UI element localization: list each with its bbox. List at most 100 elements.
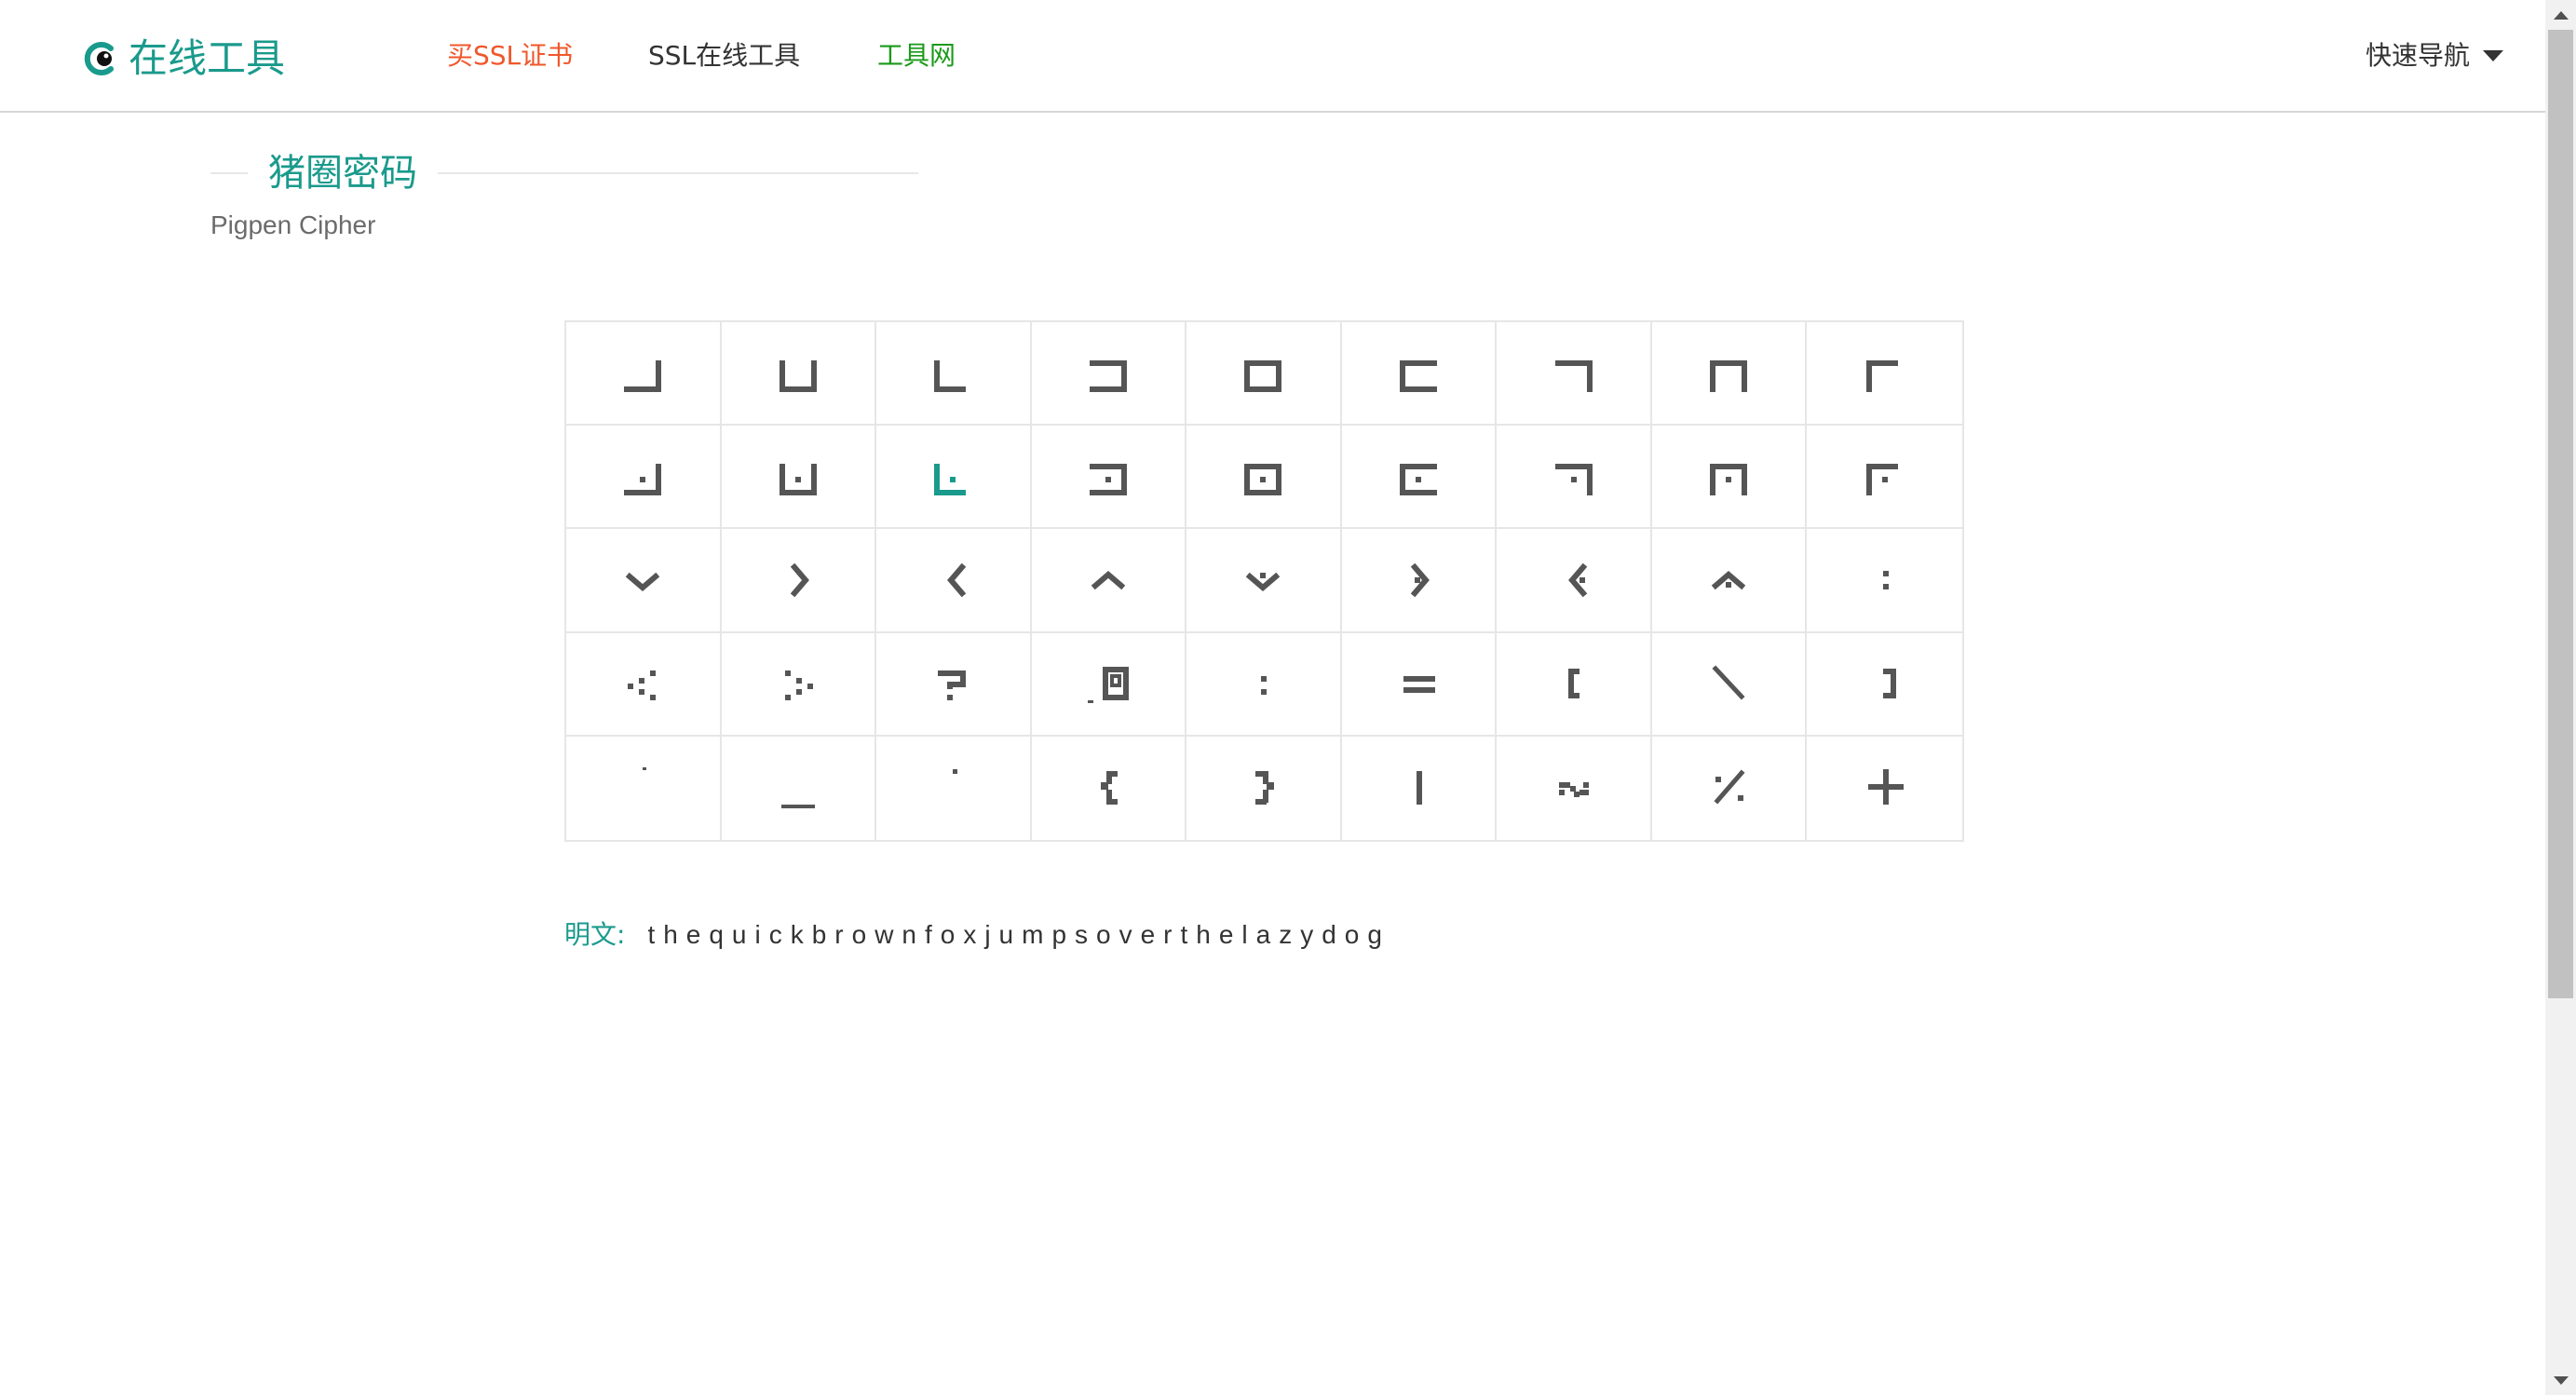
pigpen-d-icon xyxy=(1089,359,1127,392)
cipher-key-z[interactable] xyxy=(1651,529,1808,633)
top-header: 在线工具 买SSL证书 SSL在线工具 工具网 快速导航 xyxy=(0,0,2545,113)
cipher-key-l[interactable] xyxy=(876,426,1032,530)
scroll-thumb[interactable] xyxy=(2548,30,2573,998)
cipher-key-o[interactable] xyxy=(1341,426,1498,530)
pigpen-apostrophe-icon xyxy=(643,767,647,771)
cipher-key-x[interactable] xyxy=(1341,529,1498,633)
pigpen-equals-icon xyxy=(1403,676,1436,694)
pigpen-brace-right-icon xyxy=(1255,771,1275,806)
plaintext-label: 明文: xyxy=(564,919,626,950)
pigpen-less-than-dots-icon xyxy=(628,670,657,701)
cipher-key-u[interactable] xyxy=(876,529,1032,633)
cipher-key-i[interactable] xyxy=(1807,322,1962,427)
logo-text: 在线工具 xyxy=(129,35,286,81)
cipher-key-question-box[interactable] xyxy=(876,632,1032,737)
pigpen-backslash-icon xyxy=(1712,665,1745,700)
cipher-key-r[interactable] xyxy=(1807,426,1962,530)
cipher-key-percent[interactable] xyxy=(1652,736,1808,840)
pigpen-question-box-icon xyxy=(938,670,967,701)
cipher-key-h[interactable] xyxy=(1651,322,1808,427)
cipher-key-d[interactable] xyxy=(1031,322,1187,427)
cipher-keyboard xyxy=(564,320,1964,842)
cipher-key-colon[interactable] xyxy=(1807,529,1962,633)
cipher-key-brace-left[interactable] xyxy=(1032,736,1187,840)
cipher-key-at-box[interactable] xyxy=(1031,632,1187,737)
cipher-key-brace-right[interactable] xyxy=(1186,736,1342,840)
page-subtitle: Pigpen Cipher xyxy=(210,210,376,239)
pigpen-percent-icon xyxy=(1714,769,1745,805)
cipher-key-g[interactable] xyxy=(1497,322,1652,427)
cipher-key-period[interactable] xyxy=(876,736,1032,840)
pigpen-period-icon xyxy=(953,769,958,775)
pigpen-x-icon xyxy=(1410,562,1430,598)
plaintext-row: 明文: thequickbrownfoxjumpsoverthelazydog xyxy=(564,914,1390,952)
cipher-key-bracket-left[interactable] xyxy=(1497,632,1652,737)
cipher-key-b[interactable] xyxy=(721,322,877,427)
cipher-key-plus[interactable] xyxy=(1807,737,1962,840)
cipher-key-k[interactable] xyxy=(721,426,877,530)
cipher-key-underscore[interactable] xyxy=(722,736,877,840)
pigpen-colon-icon xyxy=(1882,570,1889,589)
pigpen-e-icon xyxy=(1244,359,1282,392)
pigpen-g-icon xyxy=(1554,359,1593,392)
arrow-up-icon xyxy=(2553,10,2569,20)
pigpen-underscore-icon xyxy=(780,805,815,809)
pigpen-i-icon xyxy=(1865,359,1898,392)
pigpen-a-icon xyxy=(624,359,662,392)
nav-tool-site[interactable]: 工具网 xyxy=(877,35,956,76)
plaintext-output: thequickbrownfoxjumpsoverthelazydog xyxy=(647,920,1390,949)
pigpen-b-icon xyxy=(779,359,817,392)
quick-nav-label: 快速导航 xyxy=(2366,40,2471,71)
cipher-key-j[interactable] xyxy=(566,426,722,530)
pigpen-u-icon xyxy=(947,562,967,598)
pigpen-colon-small-icon xyxy=(1261,676,1268,696)
pigpen-w-icon xyxy=(1246,572,1281,591)
pigpen-greater-than-dots-icon xyxy=(784,670,813,701)
cipher-key-colon-small[interactable] xyxy=(1186,632,1342,737)
cipher-key-bracket-right[interactable] xyxy=(1807,633,1962,737)
cipher-key-equals[interactable] xyxy=(1341,632,1498,737)
pigpen-k-icon xyxy=(779,463,817,495)
cipher-key-w[interactable] xyxy=(1186,529,1342,633)
cipher-key-q[interactable] xyxy=(1651,426,1808,530)
pigpen-t-icon xyxy=(790,562,809,598)
arrow-down-icon xyxy=(2553,1375,2569,1385)
cipher-key-greater-than-dots[interactable] xyxy=(721,632,877,737)
cipher-key-t[interactable] xyxy=(721,529,877,633)
scroll-up-button[interactable] xyxy=(2545,0,2576,30)
pigpen-j-icon xyxy=(624,463,662,495)
nav-ssl-tools[interactable]: SSL在线工具 xyxy=(648,35,800,76)
cipher-key-backslash[interactable] xyxy=(1651,632,1808,737)
cipher-key-e[interactable] xyxy=(1186,322,1342,427)
logo-icon xyxy=(84,42,114,75)
cipher-key-p[interactable] xyxy=(1497,426,1652,530)
cipher-key-pipe[interactable] xyxy=(1342,736,1498,840)
quick-nav-dropdown[interactable]: 快速导航 xyxy=(2366,35,2504,76)
cipher-key-n[interactable] xyxy=(1186,426,1342,530)
pigpen-bracket-right-icon xyxy=(1882,669,1896,699)
pigpen-tilde-icon xyxy=(1558,782,1589,798)
cipher-key-f[interactable] xyxy=(1341,322,1498,427)
cipher-key-y[interactable] xyxy=(1497,529,1652,633)
pigpen-h-icon xyxy=(1710,359,1748,392)
vertical-scrollbar[interactable] xyxy=(2545,0,2576,1395)
cipher-key-tilde[interactable] xyxy=(1497,736,1652,840)
cipher-key-a[interactable] xyxy=(566,322,722,427)
pigpen-r-icon xyxy=(1865,463,1898,495)
pigpen-m-icon xyxy=(1089,463,1127,495)
pigpen-bracket-left-icon xyxy=(1567,669,1579,699)
title-divider-right xyxy=(438,172,918,174)
pigpen-q-icon xyxy=(1710,463,1748,495)
nav-buy-ssl[interactable]: 买SSL证书 xyxy=(447,35,573,76)
cipher-key-apostrophe[interactable] xyxy=(566,736,722,840)
cipher-key-s[interactable] xyxy=(566,529,722,633)
cipher-key-c[interactable] xyxy=(876,322,1032,427)
pigpen-l-icon xyxy=(934,463,967,495)
scroll-down-button[interactable] xyxy=(2545,1365,2576,1395)
cipher-key-m[interactable] xyxy=(1031,426,1187,530)
title-row: 猪圈密码 xyxy=(210,145,918,201)
page-title: 猪圈密码 xyxy=(268,152,417,195)
cipher-key-less-than-dots[interactable] xyxy=(566,632,722,737)
cipher-key-v[interactable] xyxy=(1031,529,1187,633)
site-logo[interactable]: 在线工具 xyxy=(84,30,285,88)
